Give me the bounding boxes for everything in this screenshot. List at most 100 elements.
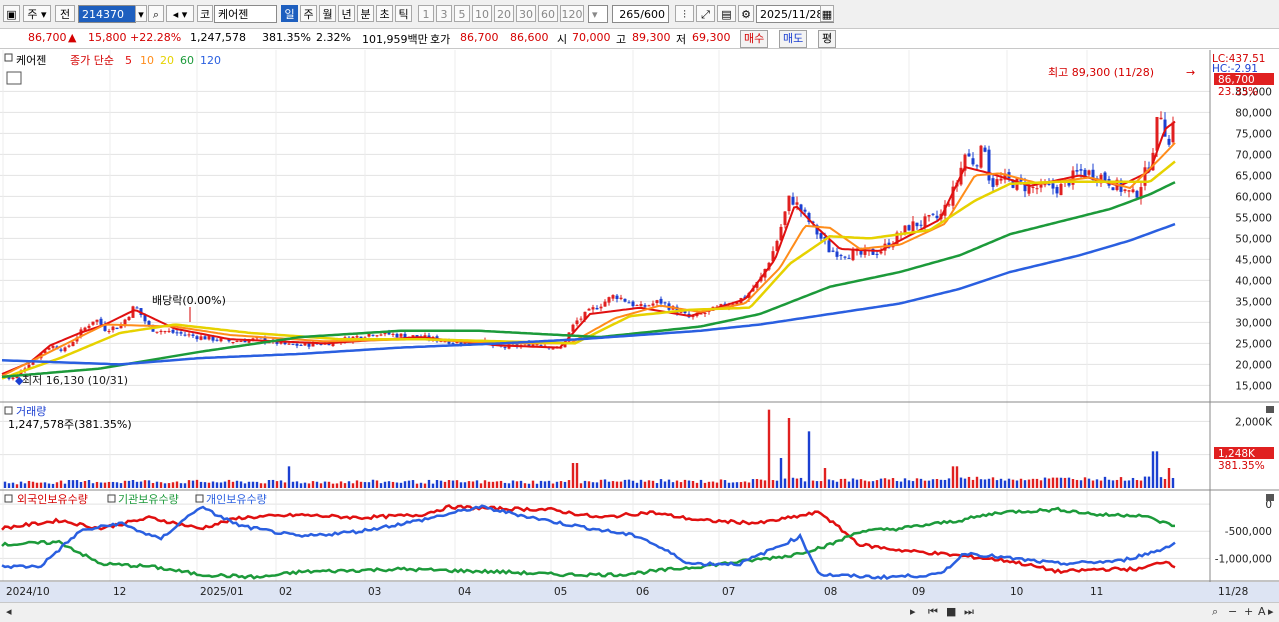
volume-bar: [699, 479, 703, 488]
candle-body: [819, 233, 823, 239]
x-tick-label: 2025/01: [200, 586, 244, 598]
period-minute[interactable]: 분: [357, 5, 374, 22]
gear-icon[interactable]: ⚙: [738, 5, 754, 22]
volume-bar: [531, 480, 535, 488]
tick-custom-dropdown[interactable]: ▾: [588, 5, 608, 23]
candle-body: [935, 215, 939, 219]
volume-bar: [311, 481, 315, 488]
volume-bar: [1159, 477, 1163, 488]
volume-bar: [431, 483, 435, 488]
candle-body: [839, 255, 843, 257]
volume-bar: [491, 481, 495, 488]
volume-bar: [535, 483, 539, 488]
buy-button[interactable]: 매수: [740, 30, 769, 48]
window-icon[interactable]: ▣: [3, 5, 20, 22]
nav-prev-icon[interactable]: ⏮: [928, 605, 938, 619]
candle-body: [63, 347, 67, 352]
period-year[interactable]: 년: [338, 5, 355, 22]
tick-20[interactable]: 20: [494, 5, 514, 22]
period-tick[interactable]: 틱: [395, 5, 412, 22]
period-week[interactable]: 주: [300, 5, 317, 22]
price-tick-label: 75,000: [1235, 128, 1272, 140]
ma-legend-120: 120: [200, 54, 221, 67]
average-button[interactable]: 평: [818, 30, 837, 48]
font-size-icon[interactable]: A: [1258, 605, 1266, 618]
calendar-icon[interactable]: [6, 71, 22, 85]
price-tick-label: 80,000: [1235, 107, 1272, 119]
volume-bar: [875, 480, 879, 488]
price-tag: 86,700: [1218, 74, 1255, 86]
search-icon[interactable]: ⌕: [148, 5, 164, 22]
nav-next-icon[interactable]: ⏭: [964, 605, 974, 619]
tick-30[interactable]: 30: [516, 5, 536, 22]
volume-bar: [999, 478, 1003, 488]
candle-body: [1111, 187, 1115, 191]
stock-name-field[interactable]: 케어젠: [214, 5, 277, 23]
volume-bar: [475, 480, 479, 488]
candle-body: [1155, 116, 1159, 151]
code-input[interactable]: 214370: [78, 5, 136, 23]
candle-body: [355, 336, 359, 338]
market-select[interactable]: 주 ▾: [23, 5, 51, 22]
volume-bar: [987, 478, 991, 488]
volume-bar: [231, 481, 235, 488]
holding-close-icon[interactable]: [1266, 494, 1274, 501]
candle-body: [135, 307, 139, 309]
tick-1[interactable]: 1: [418, 5, 434, 22]
save-icon[interactable]: ▤: [717, 5, 736, 22]
price-tick-label: 50,000: [1235, 233, 1272, 245]
volume-bar: [447, 480, 451, 488]
tick-120[interactable]: 120: [560, 5, 584, 22]
tick-60[interactable]: 60: [538, 5, 558, 22]
volume-bar: [611, 481, 615, 488]
candle-body: [579, 318, 583, 320]
zoom-out-icon[interactable]: −: [1228, 605, 1237, 618]
volume-bar: [1055, 477, 1059, 488]
chart-area[interactable]: 15,000 20,000 25,000 30,000 35,000 40,000 45,0…: [0, 50, 1279, 602]
nav-first-icon[interactable]: ▸: [910, 605, 916, 618]
tick-3[interactable]: 3: [436, 5, 452, 22]
period-day[interactable]: 일: [281, 5, 298, 22]
pct-tag: 23.33%: [1218, 86, 1258, 98]
prev-button[interactable]: 전: [55, 5, 75, 22]
volume-bar: [115, 482, 119, 488]
period-month[interactable]: 월: [319, 5, 336, 22]
volume-bar: [867, 481, 871, 488]
volume-bar: [1027, 479, 1031, 488]
volume-bar: [43, 482, 47, 488]
volume-bar: [755, 479, 759, 488]
tick-5[interactable]: 5: [454, 5, 470, 22]
zoom-search-icon[interactable]: ⌕: [1212, 605, 1218, 619]
volume-bar: [1075, 479, 1079, 488]
candle-body: [503, 347, 507, 349]
tick-10[interactable]: 10: [472, 5, 492, 22]
sell-button[interactable]: 매도: [779, 30, 808, 48]
volume-bar: [1091, 480, 1095, 488]
volume-bar: [1019, 478, 1023, 488]
volume-close-icon[interactable]: [1266, 406, 1274, 413]
x-tick-label: 09: [912, 586, 925, 598]
volume-bar: [647, 480, 651, 488]
volume-value: 1,247,578: [190, 31, 246, 44]
volume-bar: [515, 481, 519, 488]
sound-icon[interactable]: ◂ ▾: [166, 5, 194, 22]
volume-bar: [743, 481, 747, 488]
zoom-in-icon[interactable]: +: [1244, 605, 1253, 618]
count-field[interactable]: 265/600: [612, 5, 669, 23]
nav-stop-icon[interactable]: ■: [946, 605, 956, 618]
volume-bar: [195, 479, 199, 488]
calendar-icon[interactable]: ▦: [820, 5, 834, 22]
volume-bar: [547, 480, 551, 488]
volume-bar: [327, 481, 331, 488]
volume-bar: [51, 483, 55, 488]
market-type[interactable]: 코: [197, 5, 213, 22]
code-dropdown-icon[interactable]: ▾: [135, 5, 147, 22]
zoom-icon[interactable]: ⤢: [696, 5, 715, 22]
chart-type-icon[interactable]: ⫶: [675, 5, 694, 22]
scroll-right-icon[interactable]: ▸: [1268, 605, 1274, 618]
volume-bar: [139, 481, 143, 488]
scroll-left-icon[interactable]: ◂: [6, 605, 12, 618]
period-second[interactable]: 초: [376, 5, 393, 22]
volume-bar: [1087, 478, 1091, 488]
volume-bar: [915, 478, 919, 488]
